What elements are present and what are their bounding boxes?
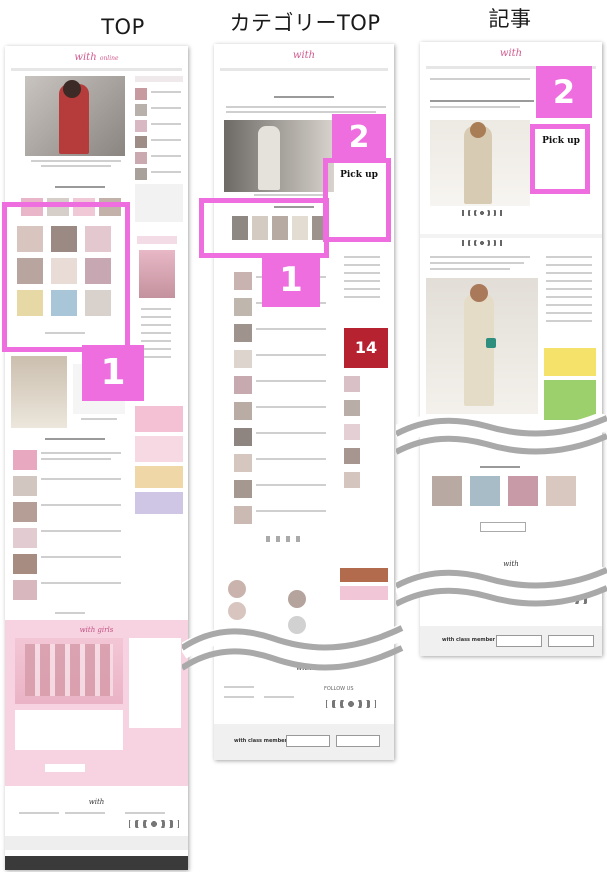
cut-wave-article-lower [396, 566, 607, 607]
article-badge-2: 2 [536, 66, 592, 118]
cut-wave-category [182, 624, 406, 671]
category-badge-2: 2 [332, 114, 386, 162]
category-pick-highlight [199, 198, 329, 258]
top-hero-image [25, 76, 125, 156]
category-site-logo: with [292, 50, 316, 61]
top-site-logo: with online [74, 52, 119, 63]
column-title-category-top: カテゴリーTOP [229, 11, 381, 35]
top-page-screenshot: with online with girls with [5, 46, 188, 870]
article-site-logo: with [499, 48, 523, 59]
column-title-top: TOP [101, 15, 145, 39]
category-badge-1: 1 [262, 253, 320, 307]
article-pickup-label: Pick up [538, 134, 584, 148]
category-pickup-label: Pick up [336, 168, 382, 182]
cut-wave-article-upper [396, 414, 607, 455]
top-pink-section: with girls [5, 620, 188, 786]
category-ad-banner: 14 [344, 328, 388, 368]
top-pick-highlight [2, 202, 130, 352]
column-title-article: 記事 [488, 7, 532, 31]
top-badge-1: 1 [82, 345, 144, 401]
